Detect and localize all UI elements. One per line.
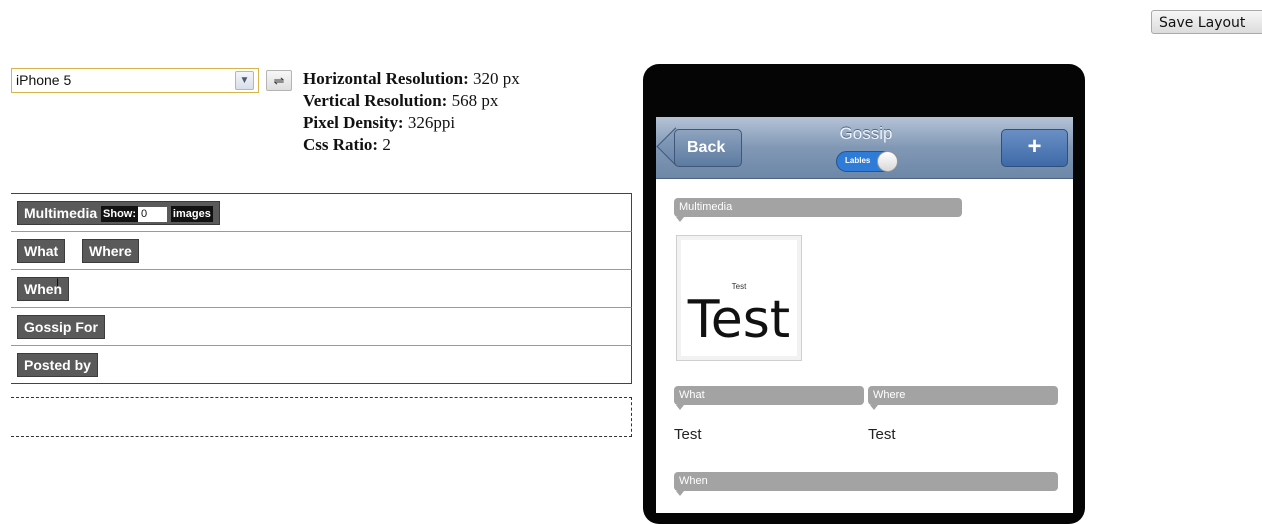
device-select[interactable]: iPhone 5 ▼ (11, 68, 259, 93)
multimedia-thumbnail[interactable]: Test Test (676, 235, 802, 361)
where-header: Where (868, 386, 1058, 410)
chevron-down-icon[interactable]: ▼ (235, 71, 254, 90)
device-select-value: iPhone 5 (16, 72, 72, 88)
save-layout-button[interactable]: Save Layout (1151, 10, 1262, 34)
layout-row[interactable]: When (11, 270, 632, 308)
where-value: Test (868, 426, 896, 443)
field-tag-what[interactable]: What (17, 239, 66, 263)
text-cursor-icon: I (56, 277, 60, 289)
images-label: images (170, 206, 213, 222)
css-ratio: Css Ratio: 2 (303, 135, 391, 154)
device-info: Horizontal Resolution: 320 px Vertical R… (303, 68, 520, 156)
field-tag-posted-by[interactable]: Posted by (17, 353, 98, 377)
multimedia-header: Multimedia (674, 198, 962, 222)
layout-row[interactable]: Multimedia Show: 0 images (11, 194, 632, 232)
when-header: When (674, 472, 1058, 496)
toggle-label: Lables (845, 156, 871, 165)
field-tag-multimedia[interactable]: Multimedia Show: 0 images (17, 201, 220, 225)
labels-toggle[interactable]: Lables (836, 151, 898, 172)
back-button[interactable]: Back (674, 129, 742, 167)
layout-row[interactable]: Posted by (11, 346, 632, 384)
pixel-density: Pixel Density: 326ppi (303, 113, 456, 132)
toggle-knob (877, 151, 898, 172)
new-row-dropzone[interactable] (11, 397, 632, 437)
layout-editor: Multimedia Show: 0 images What Where When… (11, 193, 632, 384)
horizontal-resolution: Horizontal Resolution: 320 px (303, 69, 520, 88)
layout-row[interactable]: Gossip For (11, 308, 632, 346)
phone-title: Gossip (839, 124, 893, 143)
vertical-resolution: Vertical Resolution: 568 px (303, 91, 499, 110)
phone-navbar: Back Gossip Lables + (656, 117, 1073, 179)
field-tag-when[interactable]: When (17, 277, 70, 301)
field-tag-where[interactable]: Where (82, 239, 139, 263)
show-label: Show: (101, 206, 139, 222)
add-button[interactable]: + (1001, 129, 1068, 167)
what-header: What (674, 386, 864, 410)
image-count-input[interactable]: 0 (138, 207, 168, 222)
phone-screen: Back Gossip Lables + Multimedia Test Tes… (656, 117, 1073, 513)
rotate-orientation-button[interactable]: ⇌ (266, 70, 292, 91)
what-value: Test (674, 426, 702, 443)
layout-row[interactable]: What Where (11, 232, 632, 270)
field-tag-gossip-for[interactable]: Gossip For (17, 315, 105, 339)
